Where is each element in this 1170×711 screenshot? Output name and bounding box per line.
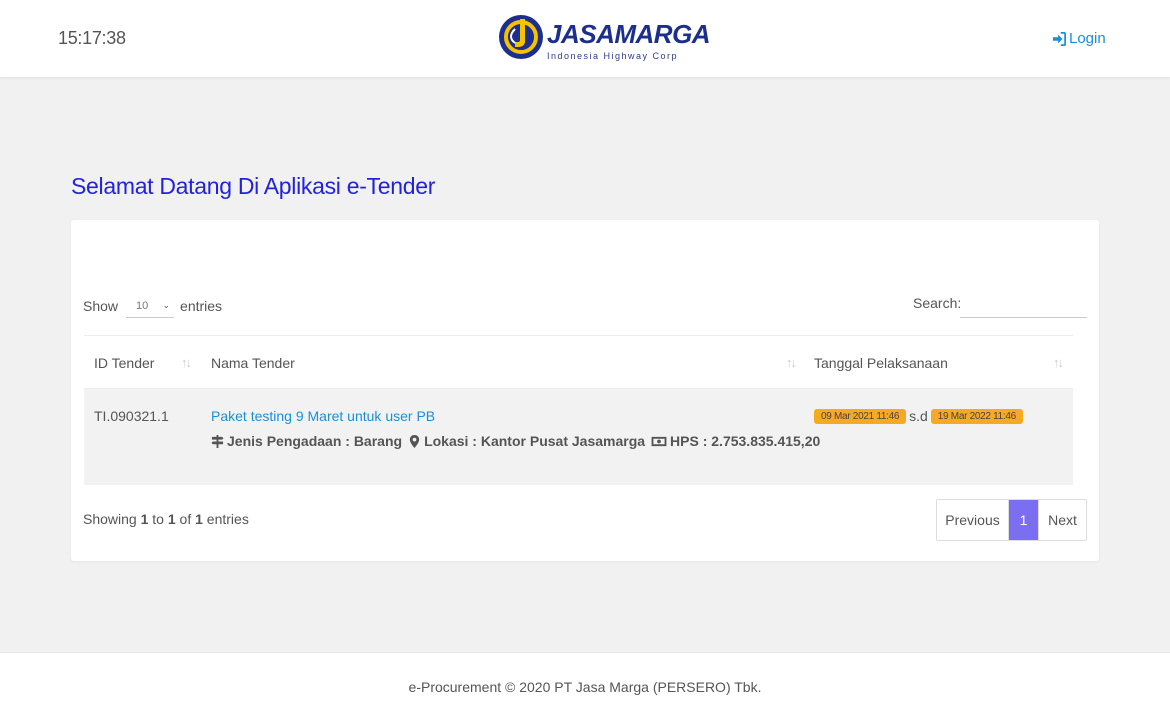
info-to: 1: [167, 511, 176, 527]
logo-tagline: Indonesia Highway Corp: [547, 51, 679, 61]
column-header-label: Nama Tender: [211, 355, 295, 371]
sort-icon: ↑↓: [181, 355, 192, 370]
search-input[interactable]: [960, 290, 1087, 318]
show-label: Show: [83, 298, 119, 314]
hps-value: HPS : 2.753.835.415,20: [670, 433, 821, 449]
info-prefix: Showing: [83, 511, 141, 527]
info-suffix: entries: [202, 511, 249, 527]
tender-meta: Jenis Pengadaan : Barang Lokasi : Kantor…: [211, 433, 820, 449]
column-header-label: Tanggal Pelaksanaan: [814, 355, 948, 371]
column-header-tanggal-pelaksanaan[interactable]: Tanggal Pelaksanaan: [814, 336, 1069, 389]
clock: 15:17:38: [58, 28, 126, 48]
tender-table: ID Tender ↑↓ Nama Tender ↑↓ Tanggal Pela…: [84, 335, 1073, 485]
tender-dates: 09 Mar 2021 11:46 s.d 19 Mar 2022 11:46: [814, 408, 1023, 424]
end-date-badge: 19 Mar 2022 11:46: [930, 408, 1023, 424]
map-marker-icon: [409, 434, 420, 448]
lokasi: Lokasi : Kantor Pusat Jasamarga: [424, 433, 646, 449]
sort-icon: ↑↓: [1053, 355, 1064, 370]
info-to-word: to: [148, 511, 168, 527]
login-link[interactable]: Login: [1052, 30, 1106, 47]
start-date-badge: 09 Mar 2021 11:46: [814, 408, 907, 424]
sign-in-icon: [1052, 31, 1066, 46]
footer: e-Procurement © 2020 PT Jasa Marga (PERS…: [0, 652, 1170, 711]
next-page-button[interactable]: Next: [1038, 500, 1086, 540]
tender-name-link[interactable]: Paket testing 9 Maret untuk user PB: [211, 408, 435, 424]
logo-name: JASAMARGA: [547, 19, 711, 49]
top-navbar: 15:17:38 JASAMARGA Indonesia Highway Cor…: [0, 0, 1170, 77]
sort-icon: ↑↓: [786, 355, 797, 370]
login-label: Login: [1069, 30, 1106, 47]
page-title: Selamat Datang Di Aplikasi e-Tender: [71, 173, 436, 199]
copyright-text: e-Procurement © 2020 PT Jasa Marga (PERS…: [408, 679, 762, 695]
jenis-pengadaan: Jenis Pengadaan : Barang: [227, 433, 403, 449]
info-of-word: of: [175, 511, 196, 527]
entries-length-control: Show 10 ⌄ entries: [83, 294, 222, 318]
tender-table-card: Show 10 ⌄ entries Search: ID Tender ↑↓ N…: [71, 220, 1099, 561]
entries-select[interactable]: 10 ⌄: [126, 294, 175, 318]
jasamarga-emblem-icon: [499, 15, 543, 59]
table-info: Showing 1 to 1 of 1 entries: [83, 511, 249, 527]
date-separator: s.d: [909, 408, 928, 424]
page-1-button[interactable]: 1: [1009, 500, 1038, 540]
table-header: ID Tender ↑↓ Nama Tender ↑↓ Tanggal Pela…: [84, 335, 1073, 389]
info-total: 1: [195, 511, 203, 527]
signpost-icon: [211, 434, 224, 448]
entries-label: entries: [180, 298, 223, 314]
chevron-down-icon: ⌄: [162, 300, 171, 310]
jasamarga-logo: JASAMARGA Indonesia Highway Corp: [497, 7, 711, 67]
entries-select-value: 10: [136, 299, 149, 312]
table-row: TI.090321.1 Paket testing 9 Maret untuk …: [84, 389, 1073, 485]
tender-id: TI.090321.1: [94, 408, 169, 424]
pagination: Previous 1 Next: [936, 499, 1087, 541]
previous-page-button[interactable]: Previous: [937, 500, 1009, 540]
column-header-nama-tender[interactable]: Nama Tender: [211, 336, 801, 389]
search-label: Search:: [913, 295, 962, 311]
column-header-label: ID Tender: [94, 355, 155, 371]
money-bill-icon: [651, 436, 667, 446]
